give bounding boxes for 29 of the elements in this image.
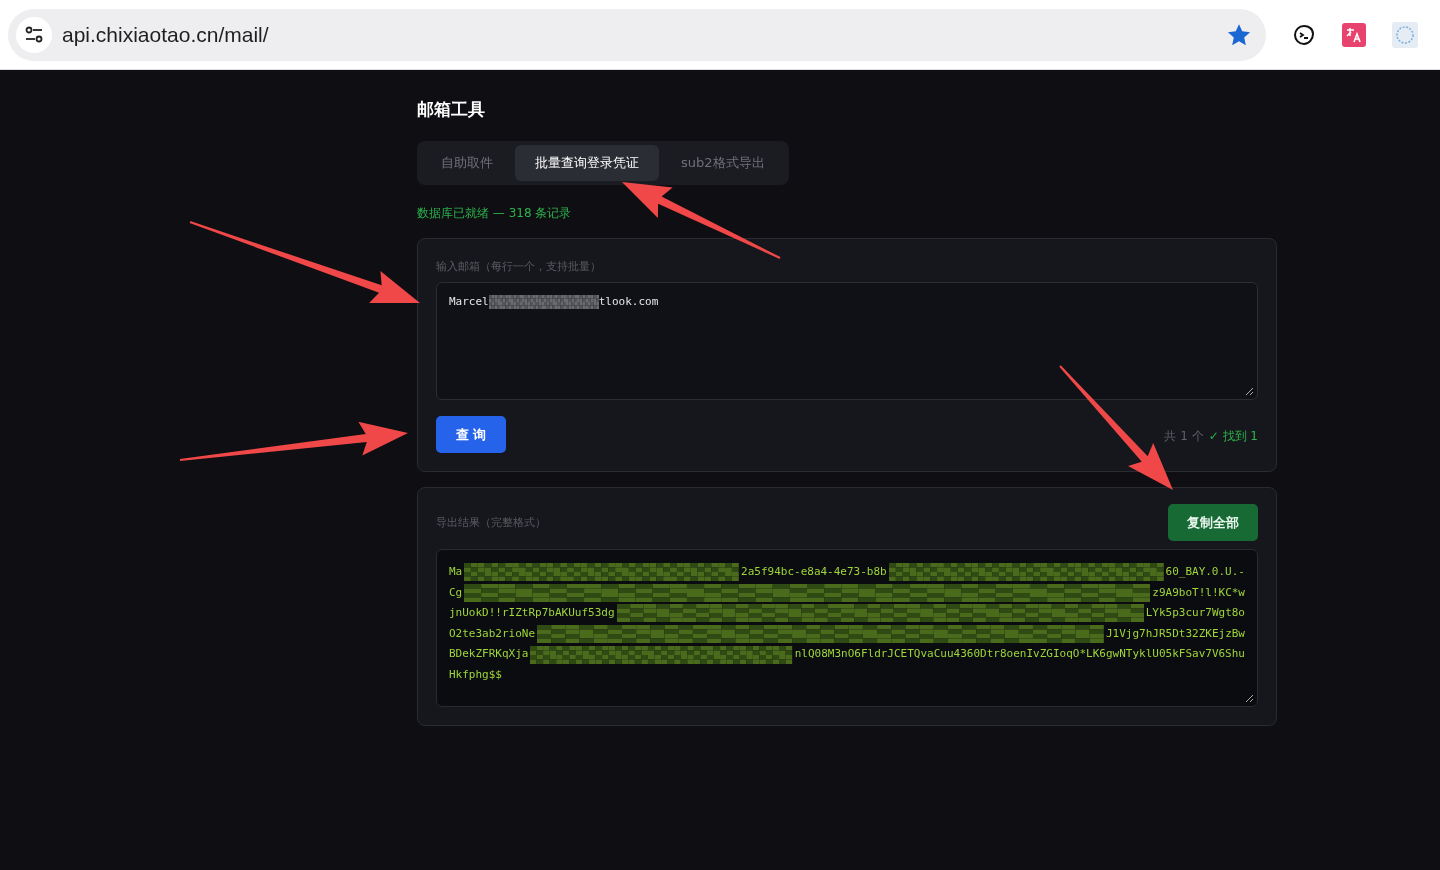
output-text: BDekZFRKqXja bbox=[449, 646, 529, 663]
output-text: nlQ08M3nO6FldrJCETQvaCuu4360Dtr8oenIvZGIoqO*LK6gwNTyklU05kFSav7V6Shu bbox=[794, 646, 1245, 663]
output-text: Cg bbox=[449, 584, 463, 601]
translate-icon[interactable] bbox=[1342, 22, 1366, 47]
output-text: z9A9boT!l!KC*w bbox=[1152, 584, 1245, 601]
resize-handle-icon[interactable] bbox=[1245, 387, 1254, 396]
output-text: LYk5p3cur7Wgt8o bbox=[1145, 605, 1245, 622]
status-text: 数据库已就绪 — 318 条记录 bbox=[417, 205, 572, 222]
tab[interactable]: sub2格式导出 bbox=[661, 145, 785, 181]
query-button[interactable]: 查 询 bbox=[436, 416, 506, 453]
result-output-field[interactable] bbox=[436, 549, 1258, 707]
found-count: ✓ 找到 1 bbox=[1208, 428, 1258, 443]
output-text: J1Vjg7hJR5Dt32ZKEjzBw bbox=[1105, 625, 1245, 642]
output-text: Hkfphg$$ bbox=[449, 666, 502, 683]
page-title: 邮箱工具 bbox=[417, 98, 485, 121]
output-text: O2te3ab2rioNe bbox=[449, 625, 536, 642]
total-count: 共 1 个 bbox=[1164, 428, 1204, 443]
site-settings-icon[interactable] bbox=[16, 16, 52, 53]
output-text: 2a5f94bc-e8a4-4e73-b8b bbox=[741, 564, 887, 580]
email-input-field[interactable]: Marcel tlook.com bbox=[436, 282, 1258, 400]
copy-all-button[interactable]: 复制全部 bbox=[1168, 504, 1258, 541]
output-text: Ma bbox=[449, 564, 463, 580]
tab[interactable]: 批量查询登录凭证 bbox=[515, 145, 659, 181]
resize-handle-icon[interactable] bbox=[1245, 694, 1254, 703]
output-text: 60_BAY.0.U.- bbox=[1165, 564, 1245, 580]
tab[interactable]: 自助取件 bbox=[421, 145, 513, 181]
output-text: jnUokD!!rIZtRp7bAKUuf53dg bbox=[449, 605, 615, 622]
extension-icon[interactable] bbox=[1292, 22, 1316, 47]
address-bar[interactable]: api.chixiaotao.cn/mail/ bbox=[8, 8, 1266, 61]
